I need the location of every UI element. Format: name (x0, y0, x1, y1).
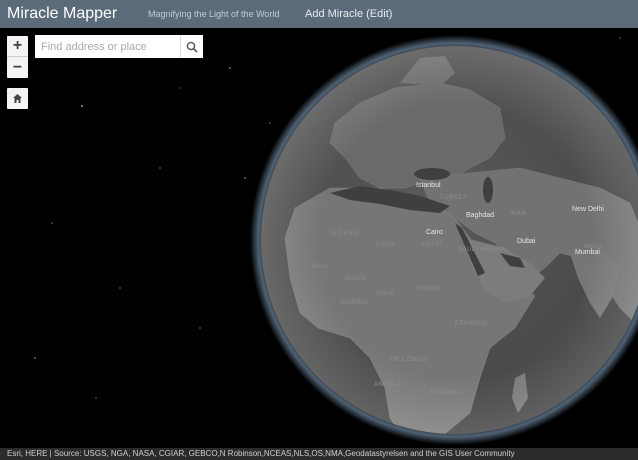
search-icon (186, 41, 198, 53)
country-label: SUDAN (416, 286, 440, 292)
country-label: ALGERIA (330, 231, 360, 237)
country-label: CHAD (376, 291, 395, 297)
country-label: DR CONGO (390, 357, 427, 363)
city-label: Cairo (426, 229, 443, 236)
search-input[interactable] (35, 35, 180, 58)
search-widget (35, 35, 203, 58)
city-label: New Delhi (572, 206, 604, 213)
country-label: TANZANIA (430, 390, 463, 396)
country-label: NIGERIA (340, 300, 368, 306)
city-label: Istanbul (416, 182, 441, 189)
country-label: EGYPT (421, 242, 444, 248)
country-label: TURKEY (440, 195, 467, 201)
country-label: LIBYA (376, 242, 395, 248)
city-label: Dubai (517, 238, 536, 245)
country-label: SAUDI ARABIA (458, 247, 506, 253)
map-view[interactable]: LIBYA EGYPT SAUDI ARABIA IRAN TURKEY CHA… (0, 28, 638, 448)
city-label: Baghdad (466, 212, 494, 219)
zoom-in-button[interactable]: + (7, 36, 28, 57)
map-attribution: Esri, HERE | Source: USGS, NGA, NASA, CG… (0, 448, 638, 460)
search-button[interactable] (180, 35, 203, 58)
home-icon (13, 94, 22, 103)
country-label: NIGER (345, 276, 367, 282)
country-label: ANGOLA (374, 382, 402, 388)
city-label: Mumbai (575, 249, 600, 256)
map-app: Miracle Mapper Magnifying the Light of t… (0, 0, 638, 460)
app-title: Miracle Mapper (7, 5, 118, 22)
country-label: IRAN (510, 211, 526, 217)
home-button[interactable] (7, 88, 28, 109)
add-miracle-link[interactable]: Add Miracle (Edit) (305, 8, 392, 20)
country-label: MALI (312, 264, 328, 270)
globe-scene[interactable]: LIBYA EGYPT SAUDI ARABIA IRAN TURKEY CHA… (0, 28, 638, 448)
app-header: Miracle Mapper Magnifying the Light of t… (0, 0, 638, 28)
app-subtitle: Magnifying the Light of the World (148, 9, 280, 19)
zoom-controls: + − (7, 36, 28, 78)
zoom-out-button[interactable]: − (7, 57, 28, 78)
country-label: ETHIOPIA (455, 321, 487, 327)
